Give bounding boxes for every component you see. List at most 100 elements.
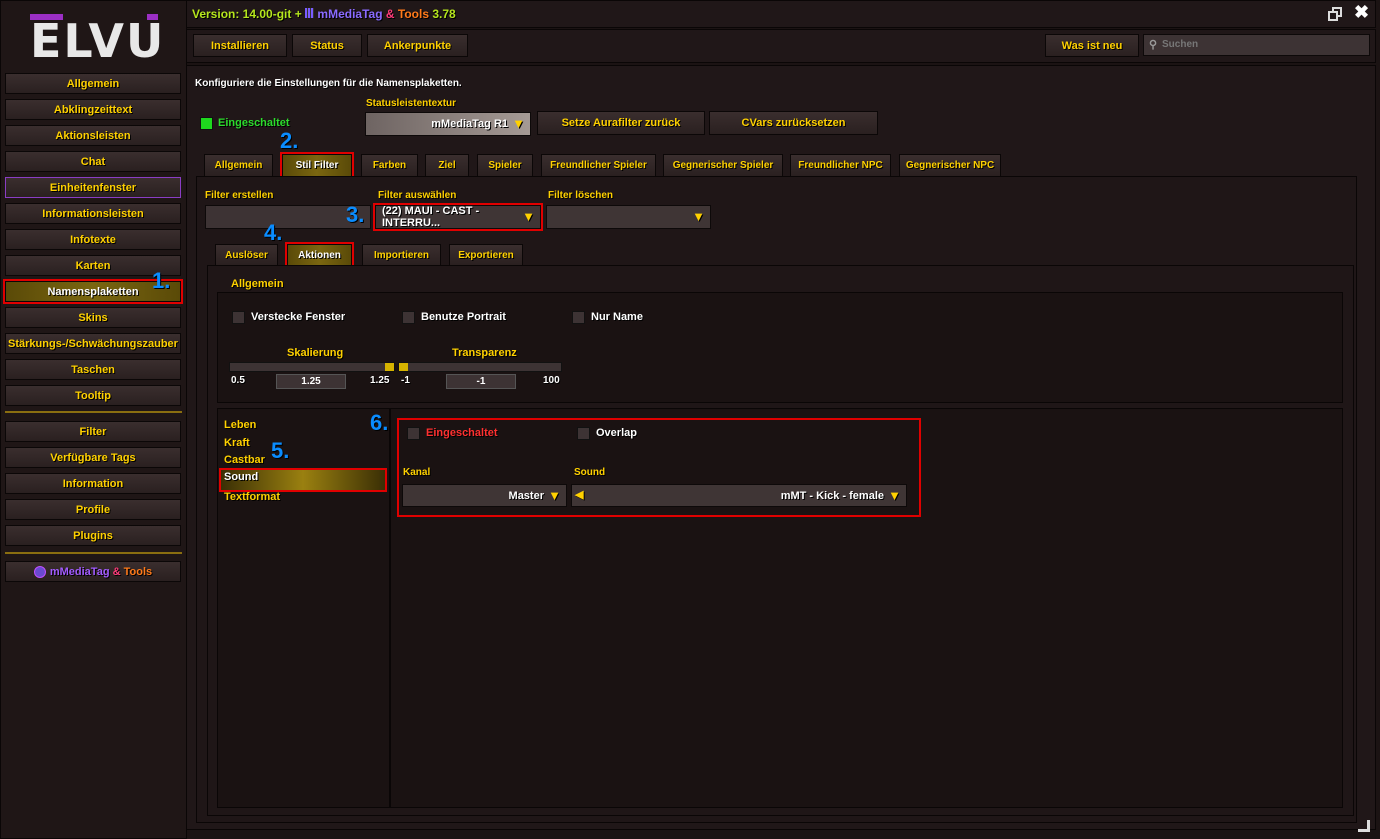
sidebar-item2-4[interactable]: Plugins xyxy=(5,525,181,546)
hide-frame-label: Verstecke Fenster xyxy=(251,311,346,323)
slider-thumb[interactable] xyxy=(385,363,394,371)
alpha-value-input[interactable]: -1 xyxy=(446,374,516,389)
annotation-6: 6. xyxy=(370,410,389,435)
scale-value-input[interactable]: 1.25 xyxy=(276,374,346,389)
scale-label: Skalierung xyxy=(287,347,344,359)
annotation-4: 4. xyxy=(264,220,283,245)
filter-delete-dropdown[interactable]: ▼ xyxy=(546,205,711,229)
name-only-label: Nur Name xyxy=(591,311,643,323)
alpha-max: 100 xyxy=(543,375,560,386)
enabled-checkbox[interactable] xyxy=(200,117,213,130)
whats-new-button[interactable]: Was ist neu xyxy=(1045,34,1139,57)
sidebar-item-5[interactable]: Informationsleisten xyxy=(5,203,181,224)
search-input[interactable]: ⚲ Suchen xyxy=(1143,34,1370,56)
subtab-1[interactable]: Aktionen xyxy=(285,242,354,268)
annotation-5: 5. xyxy=(271,438,290,463)
elvui-logo: ELVU xyxy=(30,14,166,68)
alpha-label: Transparenz xyxy=(452,347,517,359)
status-button[interactable]: Status xyxy=(292,34,362,57)
tab-0[interactable]: Allgemein xyxy=(204,154,273,177)
alpha-slider[interactable] xyxy=(398,362,562,372)
install-button[interactable]: Installieren xyxy=(193,34,287,57)
filter-create-label: Filter erstellen xyxy=(205,190,274,201)
sidebar-item-4[interactable]: Einheitenfenster xyxy=(5,177,181,198)
statusbar-texture-dropdown[interactable]: mMediaTag R1 ▼ xyxy=(365,112,531,136)
tab-7[interactable]: Freundlicher NPC xyxy=(790,154,891,177)
sidebar-item-9[interactable]: Skins xyxy=(5,307,181,328)
alpha-min: -1 xyxy=(401,375,410,386)
hide-frame-checkbox[interactable] xyxy=(232,311,245,324)
tab-4[interactable]: Spieler xyxy=(477,154,533,177)
tab-3[interactable]: Ziel xyxy=(425,154,469,177)
channel-label: Kanal xyxy=(403,467,431,478)
scale-min: 0.5 xyxy=(231,375,245,386)
reset-aura-filter-button[interactable]: Setze Aurafilter zurück xyxy=(537,111,705,135)
sidebar-item-1[interactable]: Abklingzeittext xyxy=(5,99,181,120)
sidebar-item-3[interactable]: Chat xyxy=(5,151,181,172)
sound-label: Sound xyxy=(574,467,606,478)
sidebar-item2-3[interactable]: Profile xyxy=(5,499,181,520)
tab-8[interactable]: Gegnerischer NPC xyxy=(899,154,1001,177)
annotation-3: 3. xyxy=(346,202,365,227)
statusbar-texture-label: Statusleistentextur xyxy=(366,98,457,109)
anchors-button[interactable]: Ankerpunkte xyxy=(367,34,468,57)
use-portrait-label: Benutze Portrait xyxy=(421,311,506,323)
chevron-down-icon: ▼ xyxy=(522,208,535,224)
speaker-icon[interactable]: ◀ xyxy=(575,488,583,501)
tab-2[interactable]: Farben xyxy=(361,154,418,177)
filter-select-label: Filter auswählen xyxy=(378,190,457,201)
chevron-down-icon: ▼ xyxy=(888,487,901,503)
subtab-3[interactable]: Exportieren xyxy=(449,244,523,266)
mmediatag-icon xyxy=(33,565,46,578)
filter-select-dropdown[interactable]: (22) MAUI - CAST - INTERRU... ▼ xyxy=(373,203,543,231)
slider-thumb[interactable] xyxy=(399,363,408,371)
chevron-down-icon: ▼ xyxy=(548,487,561,503)
maximize-icon[interactable] xyxy=(1328,7,1342,21)
use-portrait-checkbox[interactable] xyxy=(402,311,415,324)
annotation-1: 1. xyxy=(152,268,171,293)
sidebar-item-12[interactable]: Tooltip xyxy=(5,385,181,406)
sidebar-item2-2[interactable]: Information xyxy=(5,473,181,494)
general-heading: Allgemein xyxy=(231,278,284,290)
sidebar-item2-0[interactable]: Filter xyxy=(5,421,181,442)
name-only-checkbox[interactable] xyxy=(572,311,585,324)
channel-dropdown[interactable]: Master ▼ xyxy=(402,484,567,507)
sidebar-item-11[interactable]: Taschen xyxy=(5,359,181,380)
window-title: Version: 14.00-git + mMediaTag & Tools 3… xyxy=(192,7,456,21)
tab-5[interactable]: Freundlicher Spieler xyxy=(541,154,656,177)
section-item-4[interactable]: Textformat xyxy=(224,491,280,503)
section-item-2[interactable]: Castbar xyxy=(224,454,265,466)
sidebar-item-2[interactable]: Aktionsleisten xyxy=(5,125,181,146)
sidebar-item-10[interactable]: Stärkungs-/Schwächungszauber xyxy=(5,333,181,354)
sound-dropdown[interactable]: ◀ mMT - Kick - female ▼ xyxy=(571,484,907,507)
overlap-checkbox[interactable] xyxy=(577,427,590,440)
section-item-3[interactable]: Sound xyxy=(224,471,258,483)
sidebar-item-6[interactable]: Infotexte xyxy=(5,229,181,250)
section-item-1[interactable]: Kraft xyxy=(224,437,250,449)
chevron-down-icon: ▼ xyxy=(512,115,525,131)
tab-1[interactable]: Stil Filter xyxy=(280,152,354,179)
close-icon[interactable]: ✖ xyxy=(1354,2,1369,23)
scale-slider[interactable] xyxy=(229,362,395,372)
resize-handle-icon[interactable] xyxy=(1358,820,1370,832)
sidebar-separator xyxy=(5,411,182,413)
subtab-2[interactable]: Importieren xyxy=(362,244,441,266)
reset-cvars-button[interactable]: CVars zurücksetzen xyxy=(709,111,878,135)
plugin-icon xyxy=(305,8,315,18)
tab-6[interactable]: Gegnerischer Spieler xyxy=(663,154,783,177)
sidebar-item2-1[interactable]: Verfügbare Tags xyxy=(5,447,181,468)
sidebar-item-0[interactable]: Allgemein xyxy=(5,73,181,94)
scale-max: 1.25 xyxy=(370,375,390,386)
description: Konfiguriere die Einstellungen für die N… xyxy=(195,78,462,89)
search-icon: ⚲ xyxy=(1149,39,1158,51)
section-list xyxy=(217,408,390,808)
enabled-label: Eingeschaltet xyxy=(218,117,290,129)
sidebar-item-mmediatag[interactable]: mMediaTag & Tools xyxy=(5,561,181,582)
chevron-down-icon: ▼ xyxy=(692,208,705,224)
annotation-2: 2. xyxy=(280,128,299,153)
general-group xyxy=(217,292,1343,403)
sound-enabled-label: Eingeschaltet xyxy=(426,427,498,439)
section-item-0[interactable]: Leben xyxy=(224,419,256,431)
subtab-0[interactable]: Auslöser xyxy=(215,244,278,266)
sound-enabled-checkbox[interactable] xyxy=(407,427,420,440)
